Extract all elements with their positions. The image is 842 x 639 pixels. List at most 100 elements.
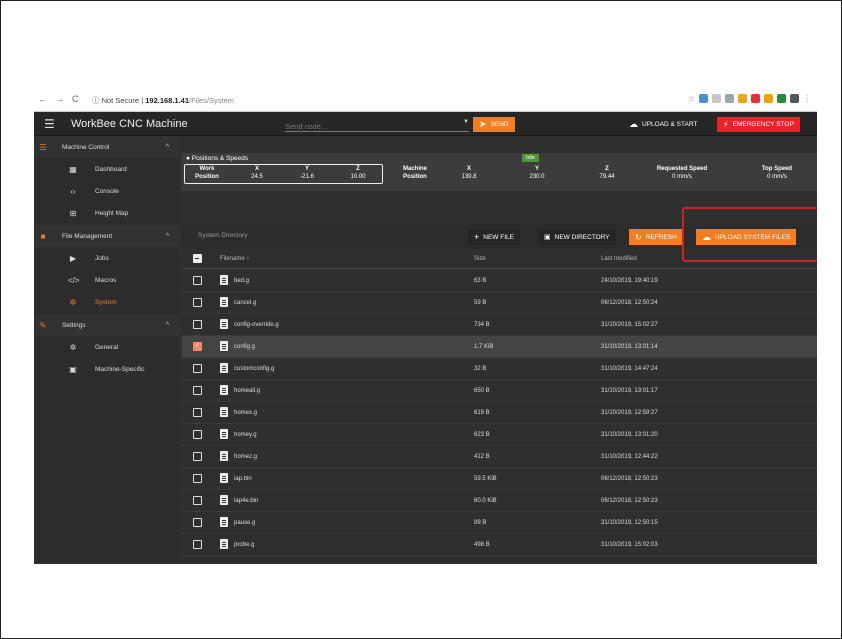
row-checkbox[interactable] bbox=[193, 540, 202, 549]
file-name[interactable]: iap.bin bbox=[234, 476, 252, 482]
not-secure-label: ⓘ Not Secure bbox=[92, 96, 140, 105]
table-row[interactable]: iap4e.bin 60.0 KiB 06/12/2018, 12:50:23 bbox=[182, 490, 817, 512]
table-row[interactable]: homey.g 623 B 31/10/2019, 13:01:20 bbox=[182, 424, 817, 446]
file-name[interactable]: homeall.g bbox=[234, 388, 260, 394]
file-size: 734 B bbox=[474, 322, 490, 328]
machine-x-value: 139.8 bbox=[461, 174, 477, 180]
select-all-checkbox[interactable] bbox=[193, 254, 202, 263]
dropdown-caret-icon[interactable]: ▼ bbox=[463, 119, 469, 125]
table-row[interactable]: cancel.g 59 B 06/12/2018, 12:50:24 bbox=[182, 292, 817, 314]
emergency-stop-button[interactable]: ⚡ EMERGENCY STOP bbox=[717, 117, 800, 132]
file-name[interactable]: config.g bbox=[234, 344, 255, 350]
refresh-button[interactable]: ↻ REFRESH bbox=[629, 229, 683, 245]
row-checkbox[interactable] bbox=[193, 518, 202, 527]
row-checkbox[interactable] bbox=[193, 496, 202, 505]
more-icon[interactable]: ⋮ bbox=[803, 94, 811, 103]
file-icon bbox=[220, 297, 228, 307]
file-name[interactable]: homey.g bbox=[234, 432, 257, 438]
extension-icon[interactable] bbox=[764, 94, 773, 103]
file-name[interactable]: probe.g bbox=[234, 542, 254, 548]
row-checkbox[interactable] bbox=[193, 386, 202, 395]
file-name[interactable]: homez.g bbox=[234, 454, 257, 460]
table-row[interactable]: homex.g 619 B 31/10/2019, 12:59:27 bbox=[182, 402, 817, 424]
sidebar-item-macros[interactable]: </> Macros bbox=[34, 269, 179, 291]
row-checkbox[interactable] bbox=[193, 364, 202, 373]
file-modified: 31/10/2019, 12:44:22 bbox=[601, 454, 658, 460]
file-name[interactable]: customconfig.g bbox=[234, 366, 274, 372]
menu-icon[interactable]: ☰ bbox=[44, 117, 55, 131]
filename-column-header[interactable]: Filename ↑ bbox=[220, 256, 249, 262]
table-row[interactable]: pause.g 89 B 31/10/2019, 12:50:15 bbox=[182, 512, 817, 534]
file-modified: 31/10/2019, 14:47:24 bbox=[601, 366, 658, 372]
extension-icon[interactable] bbox=[725, 94, 734, 103]
sidebar-group-machine-control[interactable]: ☰ Machine Control ^ bbox=[34, 136, 179, 158]
sidebar-item-jobs[interactable]: ▶ Jobs bbox=[34, 247, 179, 269]
row-checkbox[interactable] bbox=[193, 298, 202, 307]
file-name[interactable]: iap4e.bin bbox=[234, 498, 258, 504]
row-checkbox[interactable] bbox=[193, 408, 202, 417]
file-name[interactable]: bed.g bbox=[234, 278, 249, 284]
file-size: 63 B bbox=[474, 278, 487, 284]
send-button[interactable]: ➤ SEND bbox=[473, 117, 515, 132]
file-modified: 24/10/2019, 19:40:19 bbox=[601, 278, 658, 284]
row-checkbox[interactable] bbox=[193, 430, 202, 439]
row-checkbox[interactable] bbox=[193, 341, 202, 351]
top-speed-value: 0 mm/s bbox=[767, 174, 787, 180]
address-bar[interactable]: ⓘ Not Secure | 192.168.1.41/Files/System bbox=[92, 95, 234, 106]
sidebar-item-machine-specific[interactable]: ▣ Machine-Specific bbox=[34, 358, 179, 380]
table-row[interactable]: config.g 1.7 KiB 31/10/2019, 13:01:14 bbox=[182, 336, 817, 358]
row-checkbox[interactable] bbox=[193, 452, 202, 461]
file-size: 59.5 KiB bbox=[474, 476, 497, 482]
sidebar-item-console[interactable]: ‹› Console bbox=[34, 180, 179, 202]
upload-start-button[interactable]: ☁ UPLOAD & START bbox=[623, 117, 704, 132]
table-row[interactable]: config-override.g 734 B 31/10/2019, 15:02:… bbox=[182, 314, 817, 336]
row-checkbox[interactable] bbox=[193, 276, 202, 285]
send-code-input[interactable] bbox=[285, 122, 455, 131]
extension-icon[interactable] bbox=[777, 94, 786, 103]
file-name[interactable]: pause.g bbox=[234, 520, 255, 526]
profile-icon[interactable] bbox=[790, 94, 799, 103]
sidebar-item-label: Height Map bbox=[95, 209, 129, 217]
table-row[interactable]: bed.g 63 B 24/10/2019, 19:40:19 bbox=[182, 270, 817, 292]
extension-icon[interactable] bbox=[738, 94, 747, 103]
row-checkbox[interactable] bbox=[193, 320, 202, 329]
file-name[interactable]: cancel.g bbox=[234, 300, 256, 306]
sidebar-item-height-map[interactable]: ⊞ Height Map bbox=[34, 202, 179, 224]
table-row[interactable]: homez.g 412 B 31/10/2019, 12:44:22 bbox=[182, 446, 817, 468]
sidebar-item-system[interactable]: ✲ System bbox=[34, 291, 179, 313]
machine-z-value: 79.44 bbox=[599, 174, 615, 180]
file-icon bbox=[220, 495, 228, 505]
extension-icon[interactable] bbox=[751, 94, 760, 103]
send-arrow-icon: ➤ bbox=[479, 119, 487, 129]
forward-icon[interactable]: → bbox=[55, 94, 64, 104]
reload-icon[interactable]: C bbox=[72, 94, 79, 104]
machine-y-value: 230.0 bbox=[529, 174, 545, 180]
plus-icon: + bbox=[474, 232, 480, 242]
file-size: 32 B bbox=[474, 366, 487, 372]
table-row[interactable]: customconfig.g 32 B 31/10/2019, 14:47:24 bbox=[182, 358, 817, 380]
modified-column-header[interactable]: Last modified bbox=[601, 256, 637, 262]
file-icon bbox=[220, 517, 228, 527]
file-modified: 31/10/2019, 12:59:27 bbox=[601, 410, 658, 416]
axis-z-label: Z bbox=[356, 166, 360, 172]
size-column-header[interactable]: Size bbox=[474, 256, 486, 262]
chevron-up-icon: ^ bbox=[165, 143, 169, 151]
row-checkbox[interactable] bbox=[193, 474, 202, 483]
table-row[interactable]: probe.g 498 B 31/10/2019, 15:02:03 bbox=[182, 534, 817, 556]
star-icon[interactable]: ☆ bbox=[688, 94, 695, 103]
dashboard-icon: ▦ bbox=[69, 164, 77, 174]
file-name[interactable]: config-override.g bbox=[234, 322, 279, 328]
file-name[interactable]: homex.g bbox=[234, 410, 257, 416]
new-directory-button[interactable]: ▣ NEW DIRECTORY bbox=[538, 229, 616, 245]
table-row[interactable]: homeall.g 650 B 31/10/2019, 13:01:17 bbox=[182, 380, 817, 402]
table-row[interactable]: iap.bin 59.5 KiB 06/12/2018, 12:50:23 bbox=[182, 468, 817, 490]
new-file-button[interactable]: + NEW FILE bbox=[468, 229, 520, 245]
extension-icon[interactable] bbox=[712, 94, 721, 103]
extension-icon[interactable] bbox=[699, 94, 708, 103]
sidebar-group-settings[interactable]: ✎ Settings ^ bbox=[34, 314, 179, 336]
sidebar-group-file-management[interactable]: ■ File Management ^ bbox=[34, 225, 179, 247]
sidebar-item-dashboard[interactable]: ▦ Dashboard bbox=[34, 158, 179, 180]
sidebar-item-general[interactable]: ✲ General bbox=[34, 336, 179, 358]
send-code-field: ▼ bbox=[285, 116, 469, 132]
back-icon[interactable]: ← bbox=[38, 94, 47, 104]
